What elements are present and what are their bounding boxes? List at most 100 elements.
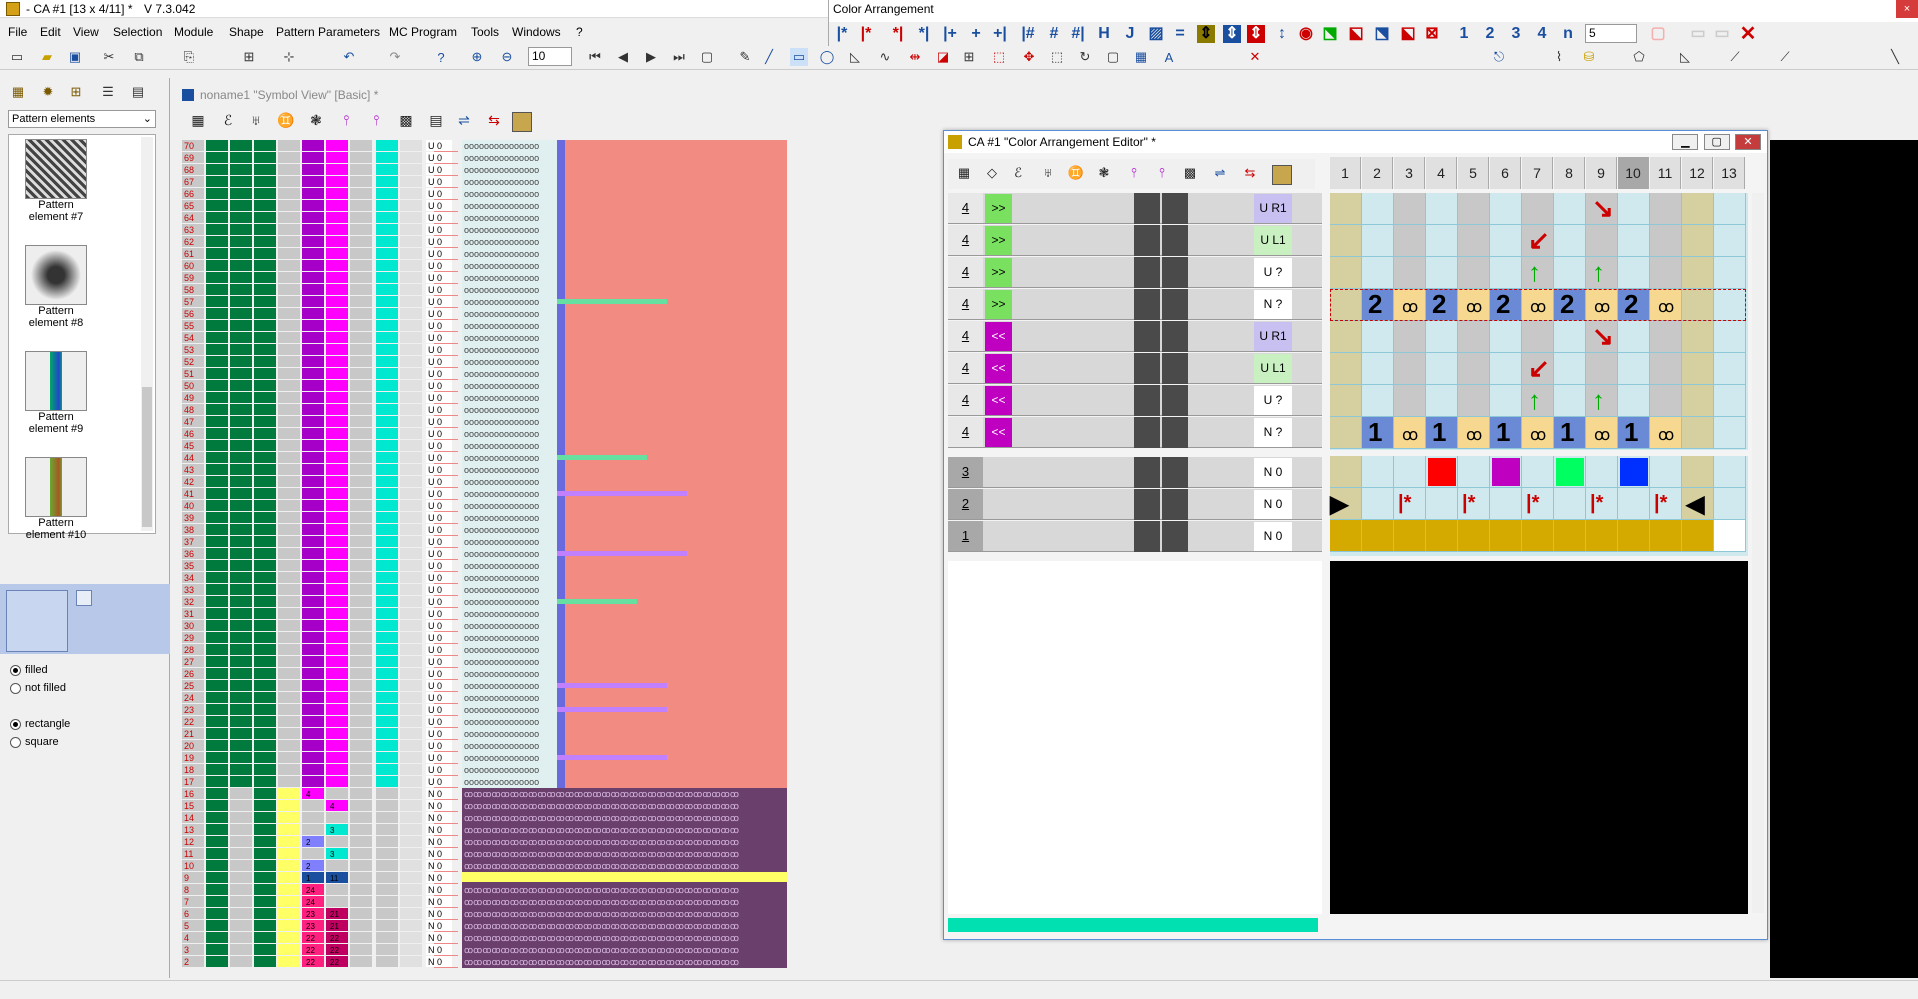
ca-grid-cell[interactable] <box>1458 193 1490 225</box>
radio-rectangle[interactable]: rectangle <box>10 718 70 730</box>
color-swatch-icon[interactable] <box>512 112 532 132</box>
radio-square[interactable]: square <box>10 736 59 748</box>
element-grid-icon[interactable]: ⊞ <box>66 84 86 104</box>
grid-select-icon[interactable]: ⊞ <box>960 48 978 66</box>
row-stitch-label[interactable]: U ? <box>1254 386 1292 415</box>
ca-grid-cell[interactable] <box>1650 225 1682 257</box>
ca-grid-cell[interactable] <box>1618 385 1650 417</box>
ca-grid-cell[interactable] <box>1554 385 1586 417</box>
ca-grid-cell[interactable] <box>1362 385 1394 417</box>
ca-lower-grid-cell[interactable] <box>1618 520 1650 552</box>
ca-grid-cell[interactable] <box>1490 385 1522 417</box>
menu-file[interactable]: File <box>8 25 27 39</box>
ca-lower-row[interactable]: 1 N 0 <box>948 521 1322 552</box>
num-4-button[interactable]: 4 <box>1533 25 1551 43</box>
ca-lower-grid-cell[interactable] <box>1426 520 1458 552</box>
ca-grid-cell[interactable] <box>1330 321 1362 353</box>
column-header-9[interactable]: 9 <box>1586 157 1617 189</box>
ca-grid-cell[interactable]: ꝏ <box>1522 417 1554 449</box>
ca-grid-cell[interactable] <box>1330 257 1362 289</box>
cut-icon[interactable]: ✂ <box>100 48 118 66</box>
pattern-element-10[interactable]: Pattern element #10 <box>21 457 91 541</box>
ca-grid-cell[interactable] <box>1362 257 1394 289</box>
radio-button-off[interactable] <box>10 736 21 748</box>
swap-icon[interactable]: ⇆ <box>484 112 504 132</box>
square-icon[interactable]: ▢ <box>1104 48 1122 66</box>
direction-toggle[interactable]: << <box>985 418 1012 447</box>
ca-grid-cell[interactable] <box>1650 385 1682 417</box>
menu-windows[interactable]: Windows <box>512 25 561 39</box>
ca-grid-cell[interactable]: ꝏ <box>1394 417 1426 449</box>
minimize-icon[interactable]: ▁ <box>1672 134 1699 150</box>
ca-grid-cell[interactable] <box>1394 321 1426 353</box>
h-icon[interactable]: H <box>1095 25 1113 43</box>
ca-grid-cell[interactable] <box>1330 353 1362 385</box>
pattern-icon[interactable]: ▦ <box>1132 48 1150 66</box>
ca-grid-cell[interactable] <box>1490 353 1522 385</box>
maximize-icon[interactable]: ▢ <box>1703 134 1730 150</box>
menu-pattern-parameters[interactable]: Pattern Parameters <box>276 25 380 39</box>
ca-lower-grid-cell[interactable] <box>1490 520 1522 552</box>
row-count[interactable]: 4 <box>948 417 983 447</box>
ca-grid-cell[interactable]: 1 <box>1554 417 1586 449</box>
tuck-icon[interactable]: ♅ <box>1038 165 1058 185</box>
diamond-icon[interactable]: ◇ <box>982 165 1002 185</box>
radio-not-filled[interactable]: not filled <box>10 682 66 694</box>
new-file-icon[interactable]: ▭ <box>8 48 26 66</box>
ca-upper-row[interactable]: 4 << N ? <box>948 417 1322 448</box>
ca-grid-cell[interactable] <box>1618 257 1650 289</box>
ca-grid-cell[interactable] <box>1714 353 1746 385</box>
shape-preview-filled[interactable] <box>6 590 68 652</box>
text-a-icon[interactable]: A <box>1160 48 1178 66</box>
transfer-1-icon[interactable]: ⬔ <box>1321 25 1339 43</box>
plus-bar-icon[interactable]: |+ <box>941 25 959 43</box>
row-count[interactable]: 4 <box>948 257 983 287</box>
prev-icon[interactable]: ◀ <box>614 48 632 66</box>
ca-grid-cell[interactable] <box>1714 257 1746 289</box>
ca-grid-cell[interactable] <box>1490 257 1522 289</box>
knot-icon[interactable]: ❃ <box>1094 165 1114 185</box>
menu-module[interactable]: Module <box>174 25 213 39</box>
elements-dropdown[interactable]: Pattern elements ⌄ <box>8 110 156 128</box>
ca-grid-cell[interactable] <box>1586 225 1618 257</box>
updown-4-icon[interactable]: ↕ <box>1273 25 1291 43</box>
row-stitch-label[interactable]: U L1 <box>1254 226 1292 255</box>
zoom-select[interactable]: 10 <box>528 47 572 66</box>
ca-grid-cell[interactable] <box>1554 225 1586 257</box>
link-icon[interactable]: ⇌ <box>454 112 474 132</box>
rotate-icon[interactable]: ↻ <box>1076 48 1094 66</box>
help-search-icon[interactable]: ? <box>432 48 450 66</box>
ca-grid-cell[interactable] <box>1554 193 1586 225</box>
ca-grid-cell[interactable] <box>1682 385 1714 417</box>
ca-grid-cell[interactable] <box>1554 257 1586 289</box>
row-count[interactable]: 4 <box>948 353 983 383</box>
pattern-element-7[interactable]: Pattern element #7 <box>21 139 91 223</box>
star-blue-icon[interactable]: |* <box>833 25 851 43</box>
ca-grid-cell[interactable] <box>1426 257 1458 289</box>
needle-icon[interactable]: ⫯ <box>336 112 356 132</box>
ca-grid-cell[interactable] <box>1618 321 1650 353</box>
fill-icon[interactable]: ◪ <box>934 48 952 66</box>
row-number[interactable]: 1 <box>948 521 983 551</box>
column-header-7[interactable]: 7 <box>1522 157 1553 189</box>
updown-3-icon[interactable]: ⇕ <box>1247 25 1265 43</box>
mirror-icon[interactable]: ⇹ <box>906 48 924 66</box>
num-1-button[interactable]: 1 <box>1455 25 1473 43</box>
ca-grid-cell[interactable] <box>1362 353 1394 385</box>
ca-lower-grid-cell[interactable] <box>1522 520 1554 552</box>
ca-grid-cell[interactable]: ꝏ <box>1458 417 1490 449</box>
ca-grid-cell[interactable] <box>1650 321 1682 353</box>
ca-lower-grid-cell[interactable] <box>1458 456 1490 488</box>
ca-lower-grid-cell[interactable] <box>1714 456 1746 488</box>
carriage-icon[interactable]: ▩ <box>1180 165 1200 185</box>
ca-lower-row[interactable]: 2 N 0 <box>948 489 1322 520</box>
hash-bar-2-icon[interactable]: #| <box>1069 25 1087 43</box>
ca-grid-cell[interactable] <box>1458 257 1490 289</box>
ca-grid-cell[interactable] <box>1714 417 1746 449</box>
ca-grid-cell[interactable] <box>1426 385 1458 417</box>
tuck-icon[interactable]: ♅ <box>246 112 266 132</box>
ca-grid-cell[interactable]: 1 <box>1618 417 1650 449</box>
last-icon[interactable]: ⏭ <box>670 48 688 66</box>
hatch-icon[interactable]: ▨ <box>1147 25 1165 43</box>
ca-grid-cell[interactable] <box>1394 257 1426 289</box>
